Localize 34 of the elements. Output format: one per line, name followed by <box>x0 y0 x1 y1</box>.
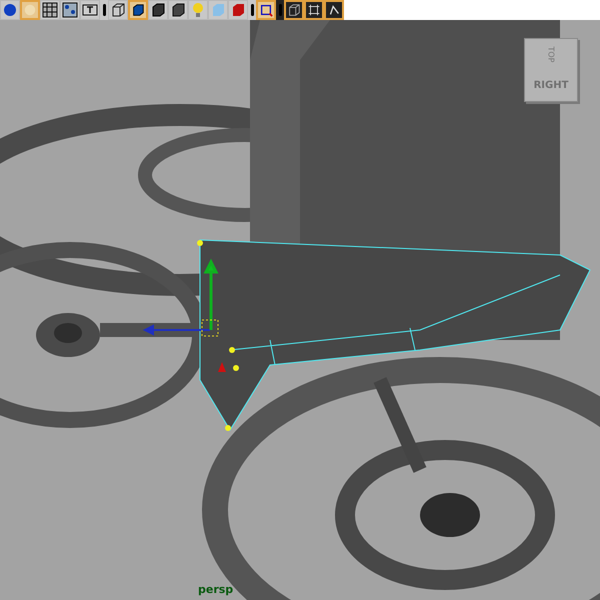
cube-icon <box>131 2 145 18</box>
grid-icon <box>42 2 58 18</box>
view-cube-front-label: RIGHT <box>534 80 568 90</box>
toolbar-button[interactable] <box>284 0 304 20</box>
wireframe-cube-icon <box>110 2 126 18</box>
toolbar-separator <box>276 0 284 20</box>
view-cube-top-label: TOP <box>546 46 556 62</box>
dots-icon <box>62 2 78 18</box>
toolbar-button[interactable] <box>256 0 276 20</box>
toolbar-button[interactable] <box>108 0 128 20</box>
text-icon <box>82 2 98 18</box>
toolbar-button[interactable] <box>324 0 344 20</box>
toolbar-button[interactable] <box>40 0 60 20</box>
viewport[interactable]: TOP RIGHT persp <box>0 20 600 600</box>
toolbar-button[interactable] <box>304 0 324 20</box>
toolbar-button[interactable] <box>148 0 168 20</box>
cube-icon <box>210 2 226 18</box>
toolbar-button[interactable] <box>80 0 100 20</box>
frame-icon <box>259 2 273 18</box>
view-cube[interactable]: TOP RIGHT <box>524 38 578 102</box>
wireframe-cube-icon <box>287 2 301 18</box>
toolbar-separator <box>248 0 256 20</box>
toolbar-button[interactable] <box>168 0 188 20</box>
toolbar-button[interactable] <box>60 0 80 20</box>
cube-icon <box>150 2 166 18</box>
cube-icon <box>230 2 246 18</box>
light-bulb-icon <box>190 2 206 18</box>
toolbar-separator <box>100 0 108 20</box>
camera-label: persp <box>198 583 234 596</box>
sphere-icon <box>2 2 18 18</box>
toolbar-button[interactable] <box>128 0 148 20</box>
frame-icon <box>307 2 321 18</box>
sphere-icon <box>23 2 37 18</box>
cube-icon <box>170 2 186 18</box>
